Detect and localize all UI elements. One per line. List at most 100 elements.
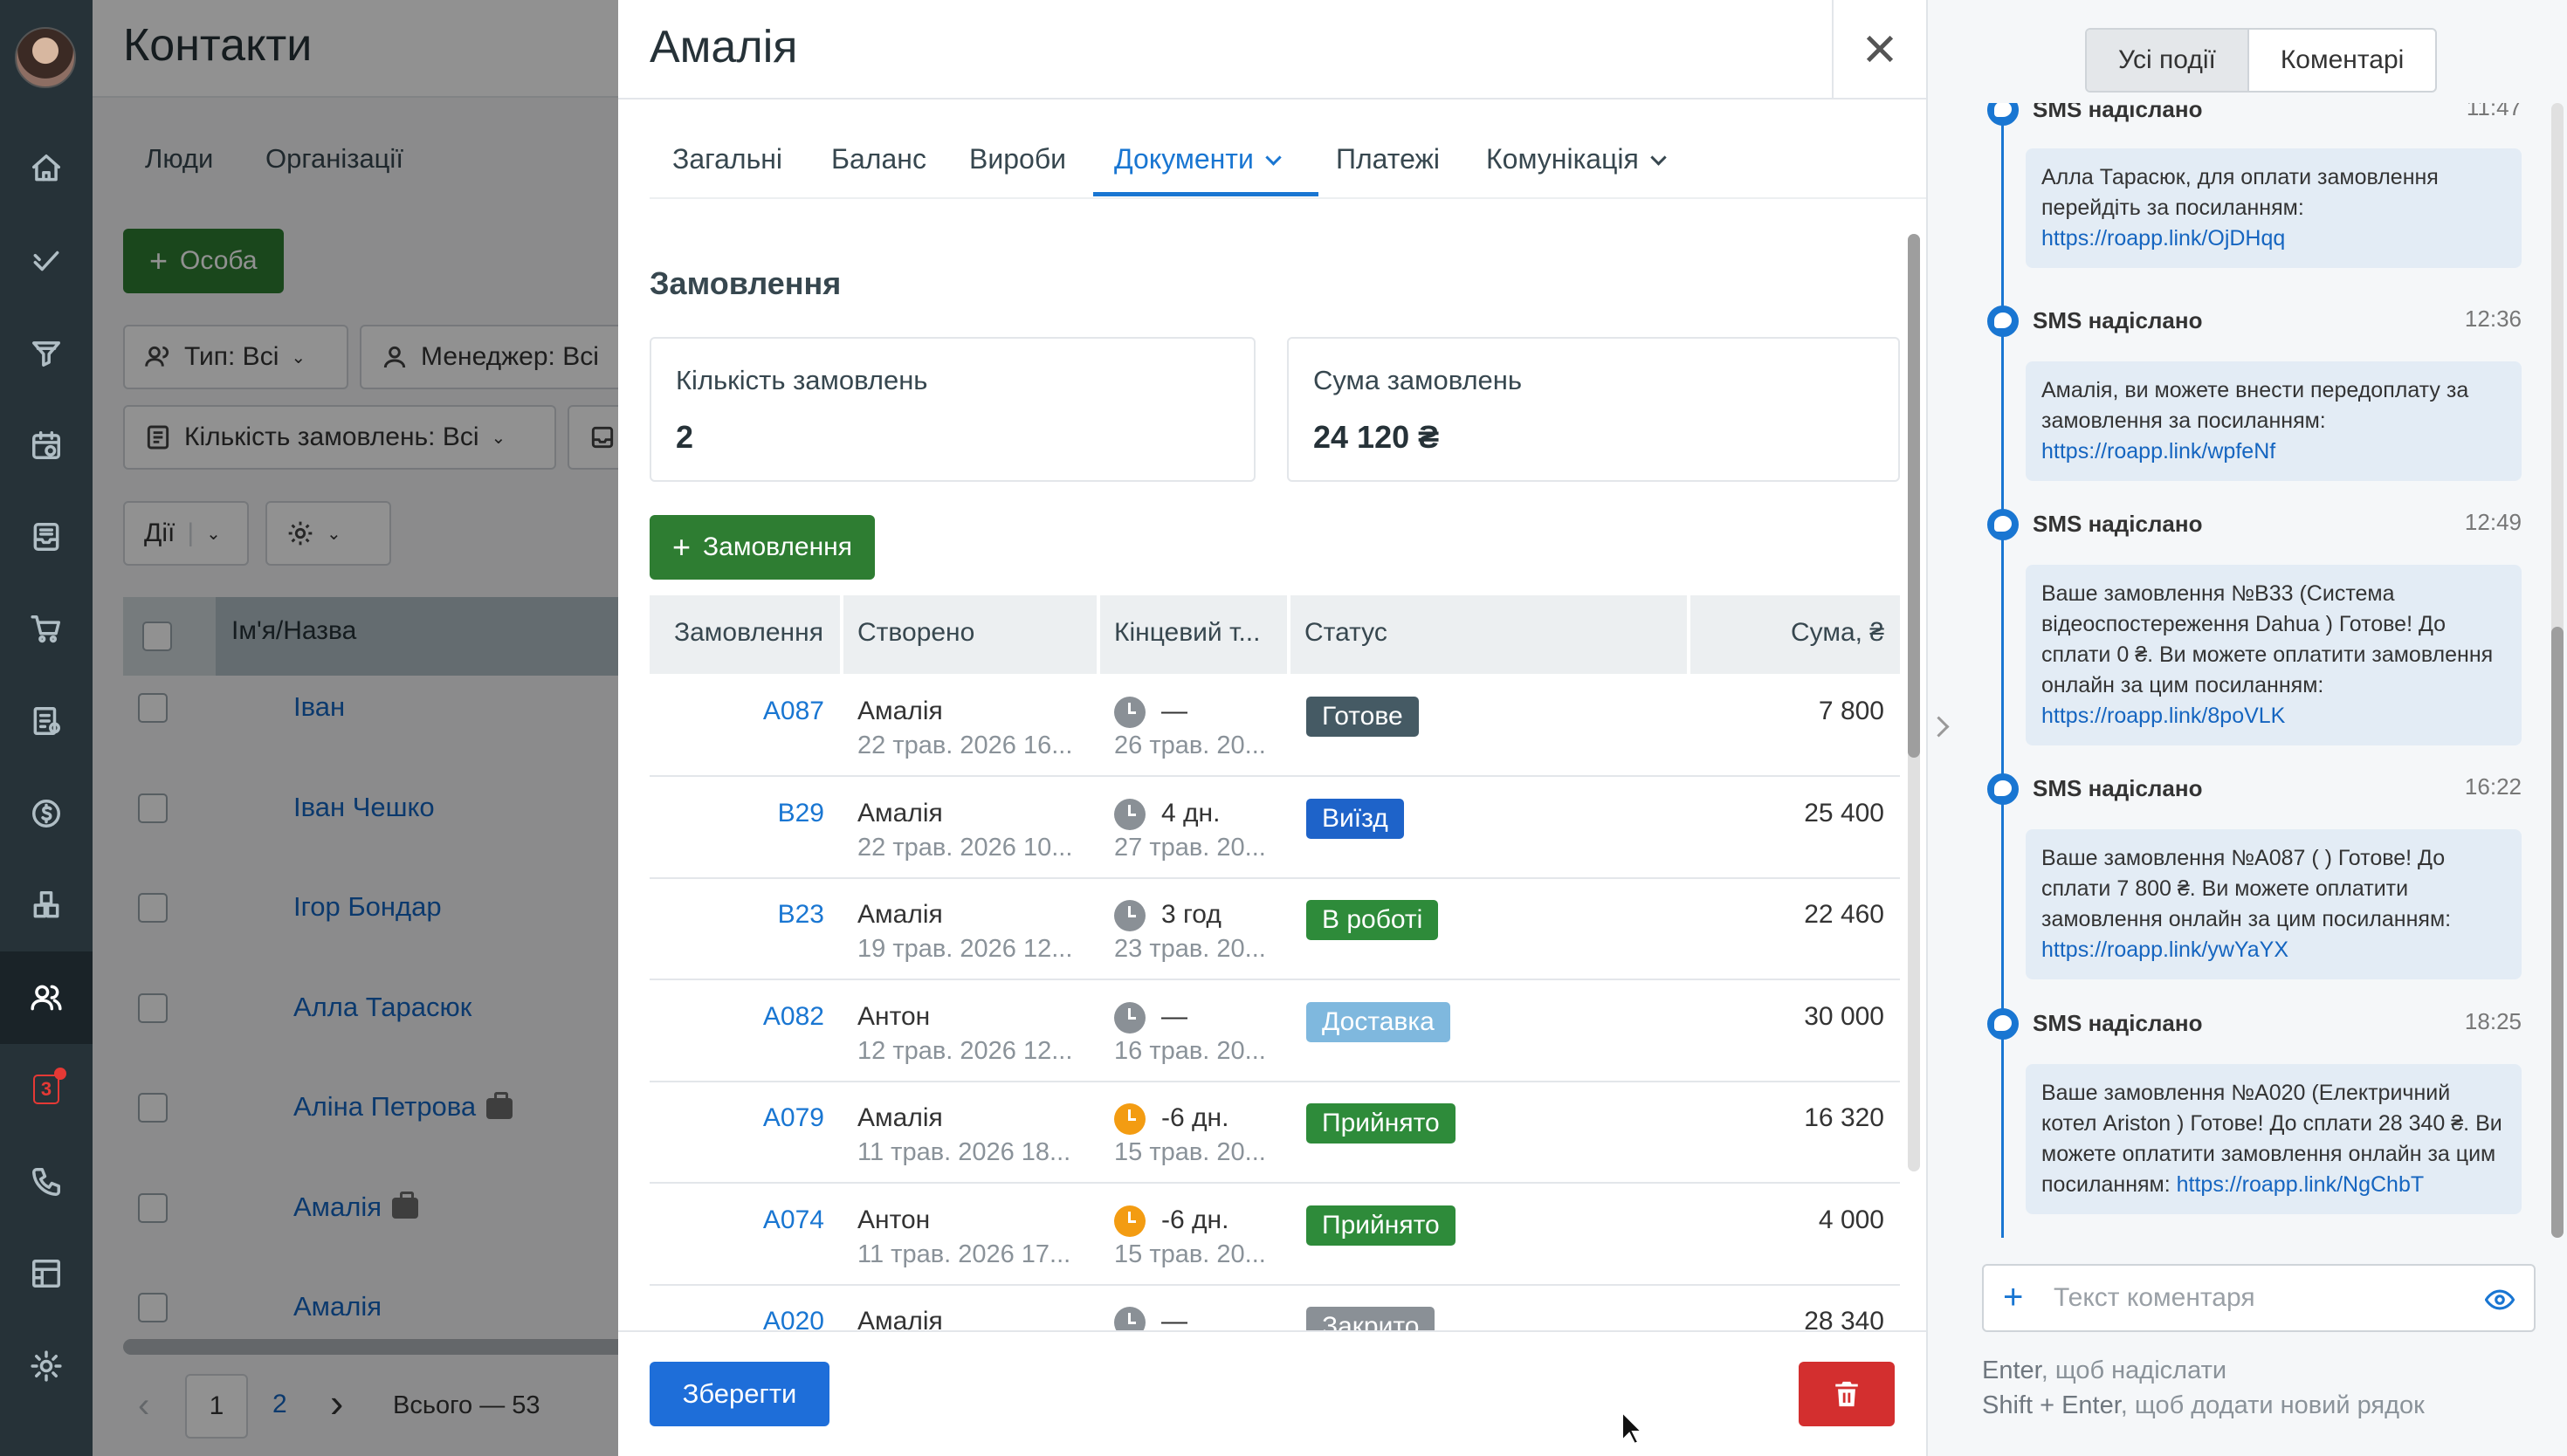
order-id-link[interactable]: B29 bbox=[650, 799, 824, 828]
order-sum: 30 000 bbox=[1804, 1001, 1884, 1031]
calendar-nav-item[interactable] bbox=[0, 399, 93, 491]
order-deadline: 16 трав. 20... bbox=[1114, 1036, 1266, 1065]
order-row[interactable]: A074 Антон 11 трав. 2026 17... -6 дн. 15 тра… bbox=[650, 1185, 1900, 1286]
tab-products[interactable]: Вироби bbox=[969, 143, 1066, 175]
payment-link[interactable]: https://roapp.link/8poVLK bbox=[2041, 704, 2285, 728]
trash-icon bbox=[1835, 1381, 1858, 1407]
close-icon bbox=[1866, 35, 1894, 63]
tab-balance[interactable]: Баланс bbox=[831, 143, 926, 175]
inbox-nav-item[interactable] bbox=[0, 491, 93, 583]
status-badge[interactable]: Доставка bbox=[1306, 1001, 1450, 1042]
reports-nav-item[interactable] bbox=[0, 1227, 93, 1320]
order-id-link[interactable]: A074 bbox=[650, 1205, 824, 1235]
funnel-nav-item[interactable] bbox=[0, 306, 93, 399]
settings-icon bbox=[31, 1350, 62, 1382]
order-created-date: 19 трав. 2026 12... bbox=[857, 935, 1073, 963]
order-sum-label: Сума замовлень bbox=[1313, 365, 1523, 395]
order-row[interactable]: A079 Амалія 11 трав. 2026 18... -6 дн. 15 тр… bbox=[650, 1082, 1900, 1184]
close-button[interactable] bbox=[1832, 0, 1926, 98]
payment-link[interactable]: https://roapp.link/ywYaYX bbox=[2041, 937, 2288, 962]
status-badge[interactable]: В роботі bbox=[1306, 900, 1439, 940]
order-row[interactable]: B23 Амалія 19 трав. 2026 12... 3 год 23 трав… bbox=[650, 879, 1900, 980]
order-id-link[interactable]: A079 bbox=[650, 1103, 824, 1133]
attach-plus-icon[interactable]: + bbox=[2003, 1280, 2023, 1315]
notifications-nav-item[interactable]: 3 bbox=[0, 1043, 93, 1136]
tab-general[interactable]: Загальні bbox=[672, 143, 782, 175]
order-row[interactable]: A020 Амалія — Закрито 28 340 bbox=[650, 1286, 1900, 1330]
settings-nav-item[interactable] bbox=[0, 1320, 93, 1412]
finance-nav-item[interactable] bbox=[0, 767, 93, 860]
status-badge[interactable]: Прийнято bbox=[1306, 1103, 1456, 1144]
order-creator: Амалія bbox=[857, 900, 943, 929]
order-sum-card: Сума замовлень 24 120 ₴ bbox=[1287, 337, 1900, 482]
event-title: SMS надіслано bbox=[2033, 1010, 2203, 1036]
active-tab-indicator bbox=[1093, 192, 1318, 196]
order-time-remaining: 3 год bbox=[1161, 900, 1222, 929]
status-badge[interactable]: Готове bbox=[1306, 697, 1419, 737]
order-sum: 22 460 bbox=[1804, 900, 1884, 929]
invoice-icon bbox=[33, 707, 60, 735]
column-status[interactable]: Статус bbox=[1304, 595, 1479, 674]
order-deadline: 15 трав. 20... bbox=[1114, 1138, 1266, 1166]
column-created[interactable]: Створено bbox=[857, 595, 1067, 674]
event-message: Алла Тарасюк, для оплати замовлення пере… bbox=[2026, 148, 2522, 268]
order-row[interactable]: B29 Амалія 22 трав. 2026 10... 4 дн. 27 трав… bbox=[650, 778, 1900, 879]
clock-icon bbox=[1114, 1001, 1146, 1034]
user-avatar[interactable] bbox=[15, 27, 76, 88]
payment-link[interactable]: https://roapp.link/NgChbT bbox=[2177, 1172, 2424, 1197]
add-order-button[interactable]: + Замовлення bbox=[650, 515, 875, 580]
status-badge[interactable]: Виїзд bbox=[1306, 798, 1404, 839]
order-id-link[interactable]: A020 bbox=[650, 1307, 824, 1330]
column-sum[interactable]: Сума, ₴ bbox=[1791, 595, 1884, 674]
tab-documents[interactable]: Документи bbox=[1114, 143, 1282, 175]
comment-input[interactable] bbox=[2054, 1278, 2455, 1318]
modal-scrollbar[interactable] bbox=[1908, 234, 1920, 1171]
order-time-remaining: 4 дн. bbox=[1161, 798, 1221, 828]
nav-rail: 3 bbox=[0, 0, 93, 1456]
order-creator: Антон bbox=[857, 1001, 931, 1031]
order-creator: Амалія bbox=[857, 697, 943, 725]
order-sum: 7 800 bbox=[1818, 697, 1884, 725]
comment-box: + bbox=[1982, 1264, 2536, 1332]
event-message: Ваше замовлення №A020 (Електричний котел… bbox=[2026, 1064, 2522, 1214]
tasks-nav-item[interactable] bbox=[0, 215, 93, 307]
cart-nav-item[interactable] bbox=[0, 583, 93, 676]
tasks-icon bbox=[33, 251, 59, 271]
order-created-date: 22 трав. 2026 16... bbox=[857, 731, 1073, 759]
home-icon bbox=[32, 155, 60, 182]
order-id-link[interactable]: B23 bbox=[650, 900, 824, 930]
home-nav-item[interactable] bbox=[0, 122, 93, 215]
calendar-icon bbox=[32, 430, 60, 459]
status-badge[interactable]: Прийнято bbox=[1306, 1205, 1456, 1246]
eye-icon[interactable] bbox=[2485, 1285, 2515, 1315]
invoice-nav-item[interactable] bbox=[0, 675, 93, 767]
order-id-link[interactable]: A087 bbox=[650, 697, 824, 726]
order-row[interactable]: A082 Антон 12 трав. 2026 12... — 16 трав. 20… bbox=[650, 981, 1900, 1082]
tab-communication[interactable]: Комунікація bbox=[1486, 143, 1667, 175]
order-id-link[interactable]: A082 bbox=[650, 1002, 824, 1032]
delete-button[interactable] bbox=[1799, 1362, 1895, 1426]
order-creator: Антон bbox=[857, 1205, 931, 1234]
segment-all-events[interactable]: Усі події bbox=[2087, 30, 2249, 91]
chevron-down-icon bbox=[1650, 149, 1667, 166]
status-badge[interactable]: Закрито bbox=[1306, 1307, 1435, 1330]
contacts-nav-item[interactable] bbox=[0, 951, 93, 1044]
payment-link[interactable]: https://roapp.link/OjDHqq bbox=[2041, 226, 2285, 251]
save-button[interactable]: Зберегти bbox=[650, 1362, 829, 1426]
event-time: 18:25 bbox=[2464, 1008, 2522, 1034]
segment-comments[interactable]: Коментарі bbox=[2249, 30, 2435, 91]
order-row[interactable]: A087 Амалія 22 трав. 2026 16... — 26 трав. 2… bbox=[650, 676, 1900, 777]
order-deadline: 26 трав. 20... bbox=[1114, 731, 1266, 759]
sms-bubble-icon bbox=[1987, 306, 2019, 337]
order-sum-value: 24 120 ₴ bbox=[1313, 419, 1440, 455]
order-count-value: 2 bbox=[676, 419, 694, 455]
event-message: Ваше замовлення №B33 (Система відеоспост… bbox=[2026, 565, 2522, 745]
payment-link[interactable]: https://roapp.link/wpfeNf bbox=[2041, 439, 2275, 464]
tab-payments[interactable]: Платежі bbox=[1336, 143, 1440, 175]
order-time-remaining: -6 дн. bbox=[1161, 1103, 1229, 1132]
phone-nav-item[interactable] bbox=[0, 1136, 93, 1228]
column-order[interactable]: Замовлення bbox=[674, 595, 831, 674]
activity-scrollbar[interactable] bbox=[2551, 103, 2564, 1238]
column-deadline[interactable]: Кінцевий т... bbox=[1114, 595, 1284, 674]
warehouse-nav-item[interactable] bbox=[0, 859, 93, 951]
